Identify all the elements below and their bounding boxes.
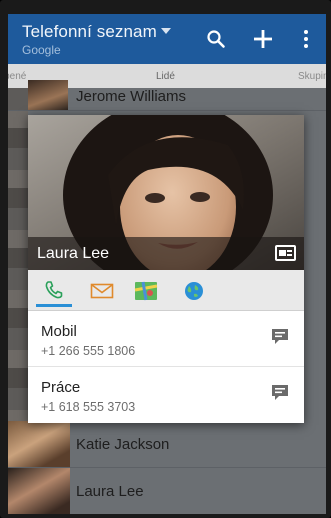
list-item[interactable]: Katie Jackson: [8, 421, 326, 468]
action-bar: Telefonní seznam Google: [8, 14, 326, 64]
avatar: [28, 80, 68, 110]
contact-card-icon[interactable]: [275, 245, 296, 261]
screen: Telefonní seznam Google oblíbené Lidé Sk…: [8, 14, 326, 514]
avatar: [8, 468, 70, 514]
list-item[interactable]: Jerome Williams: [8, 80, 326, 111]
contact-action-tabs: [28, 270, 304, 311]
phone-entry-work[interactable]: Práce +1 618 555 3703: [28, 367, 304, 422]
map-icon[interactable]: [128, 276, 164, 306]
device-frame: Telefonní seznam Google oblíbené Lidé Sk…: [0, 0, 331, 518]
mail-icon[interactable]: [84, 276, 120, 306]
phone-label: Práce: [41, 379, 81, 396]
globe-icon[interactable]: [176, 276, 212, 306]
message-icon[interactable]: [270, 383, 290, 403]
phone-icon[interactable]: [36, 276, 72, 307]
list-item[interactable]: Laura Lee: [8, 468, 326, 514]
more-vert-icon[interactable]: [296, 22, 316, 56]
card-contact-name: Laura Lee: [37, 245, 110, 262]
phone-number: +1 618 555 3703: [41, 400, 136, 414]
app-title-dropdown[interactable]: Telefonní seznam: [22, 22, 171, 42]
quick-contact-card: Laura Lee Mobil +1 266 555 1806 Práce +1…: [28, 115, 304, 423]
contact-name: Katie Jackson: [76, 436, 170, 453]
account-label: Google: [22, 43, 61, 57]
search-icon[interactable]: [201, 22, 231, 56]
phone-label: Mobil: [41, 323, 77, 340]
contact-name: Jerome Williams: [76, 88, 187, 105]
plus-icon[interactable]: [248, 22, 278, 56]
dropdown-caret-icon: [160, 28, 171, 34]
contact-name: Laura Lee: [76, 483, 144, 500]
phone-entry-mobile[interactable]: Mobil +1 266 555 1806: [28, 311, 304, 367]
message-icon[interactable]: [270, 327, 290, 347]
avatar: [8, 421, 70, 467]
app-title: Telefonní seznam: [22, 22, 157, 41]
photo-name-band: Laura Lee: [28, 237, 304, 270]
phone-number: +1 266 555 1806: [41, 344, 136, 358]
